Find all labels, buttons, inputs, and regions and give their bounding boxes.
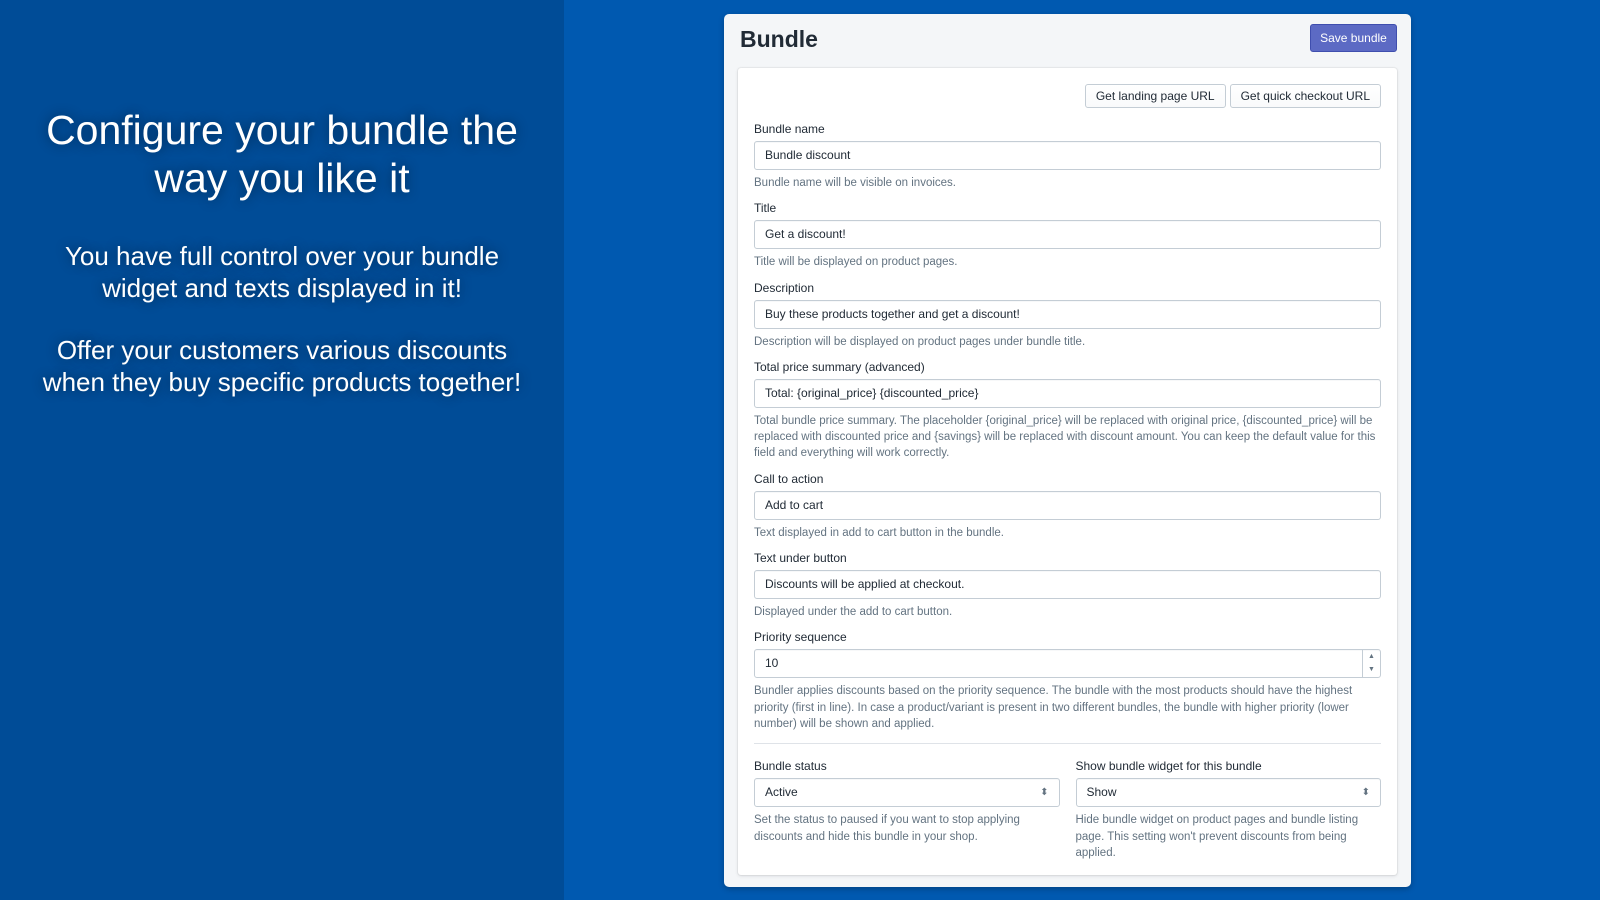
input-value: Discounts will be applied at checkout. [765, 577, 965, 592]
promo-headline: Configure your bundle the way you like i… [46, 107, 518, 201]
bundle-name-input[interactable]: Bundle discount [754, 141, 1381, 170]
get-landing-url-button[interactable]: Get landing page URL [1084, 84, 1226, 108]
decrement-icon[interactable]: ▼ [1363, 663, 1380, 676]
title-label: Title [754, 201, 777, 216]
bundle-status-help: Set the status to paused if you want to … [754, 814, 1020, 843]
show-widget-help: Hide bundle widget on product pages and … [1075, 814, 1359, 859]
save-bundle-button[interactable]: Save bundle [1310, 24, 1397, 52]
promo-text: You have full control over your bundle w… [64, 241, 500, 303]
total-price-summary-input[interactable]: Total: {original_price} {discounted_pric… [754, 378, 1381, 408]
input-value: Total: {original_price} {discounted_pric… [765, 385, 979, 400]
bundle-form: Get landing page URL Get quick checkout … [738, 68, 1397, 875]
promo-panel: Configure your bundle the way you like i… [0, 0, 564, 900]
bundle-name-label: Bundle name [754, 122, 825, 136]
description-help: Description will be displayed on product… [754, 335, 1086, 348]
select-value: Active [765, 785, 798, 800]
description-label: Description [754, 280, 815, 295]
bundle-status-select[interactable]: Active ⬍ [754, 778, 1060, 808]
get-checkout-url-button[interactable]: Get quick checkout URL [1229, 84, 1381, 108]
total-price-summary-field-group: Total price summary (advanced) Total: {o… [754, 359, 1381, 462]
text-under-button-input[interactable]: Discounts will be applied at checkout. [754, 570, 1381, 600]
call-to-action-input[interactable]: Add to cart [754, 490, 1381, 520]
select-arrows-icon: ⬍ [1040, 787, 1049, 799]
priority-sequence-help: Bundler applies discounts based on the p… [754, 685, 1353, 730]
bundle-status-field-group: Bundle status Active ⬍ Set the status to … [754, 758, 1060, 861]
total-price-summary-help: Total bundle price summary. The placehol… [754, 414, 1376, 460]
divider [754, 743, 1381, 745]
priority-sequence-label: Priority sequence [754, 630, 847, 645]
text-under-button-help: Displayed under the add to cart button. [754, 606, 953, 619]
text-under-button-field-group: Text under button Discounts will be appl… [754, 550, 1381, 620]
call-to-action-field-group: Call to action Add to cart Text displaye… [754, 471, 1381, 541]
priority-sequence-input[interactable]: 10 ▲ ▼ [754, 649, 1381, 679]
bundle-name-help: Bundle name will be visible on invoices. [754, 177, 956, 189]
input-value: Buy these products together and get a di… [765, 306, 1020, 321]
input-value: 10 [765, 656, 779, 671]
text-under-button-label: Text under button [754, 551, 847, 566]
title-help: Title will be displayed on product pages… [754, 256, 958, 269]
select-arrows-icon: ⬍ [1361, 787, 1370, 799]
input-value: Get a discount! [765, 227, 846, 242]
input-value: Bundle discount [765, 148, 851, 162]
page-title: Bundle [740, 26, 818, 52]
total-price-summary-label: Total price summary (advanced) [754, 359, 925, 374]
description-input[interactable]: Buy these products together and get a di… [754, 299, 1381, 329]
title-input[interactable]: Get a discount! [754, 220, 1381, 250]
bundle-card: Bundle Save bundle Get landing page URL … [724, 14, 1411, 887]
select-value: Show [1086, 785, 1117, 800]
show-widget-field-group: Show bundle widget for this bundle Show ⬍… [1075, 758, 1381, 861]
input-value: Add to cart [765, 497, 824, 512]
bundle-status-label: Bundle status [754, 759, 827, 774]
call-to-action-label: Call to action [754, 471, 824, 486]
description-field-group: Description Buy these products together … [754, 280, 1381, 350]
promo-text: Offer your customers various discounts w… [42, 335, 522, 397]
stepper[interactable]: ▲ ▼ [1362, 650, 1380, 678]
bundle-name-field-group: Bundle name Bundle discount Bundle name … [754, 121, 1381, 191]
call-to-action-help: Text displayed in add to cart button in … [754, 526, 1004, 539]
priority-sequence-field-group: Priority sequence 10 ▲ ▼ Bundler applies d… [754, 629, 1381, 732]
show-widget-select[interactable]: Show ⬍ [1075, 778, 1381, 808]
show-widget-label: Show bundle widget for this bundle [1075, 759, 1262, 774]
increment-icon[interactable]: ▲ [1363, 650, 1380, 663]
title-field-group: Title Get a discount! Title will be disp… [754, 200, 1381, 270]
